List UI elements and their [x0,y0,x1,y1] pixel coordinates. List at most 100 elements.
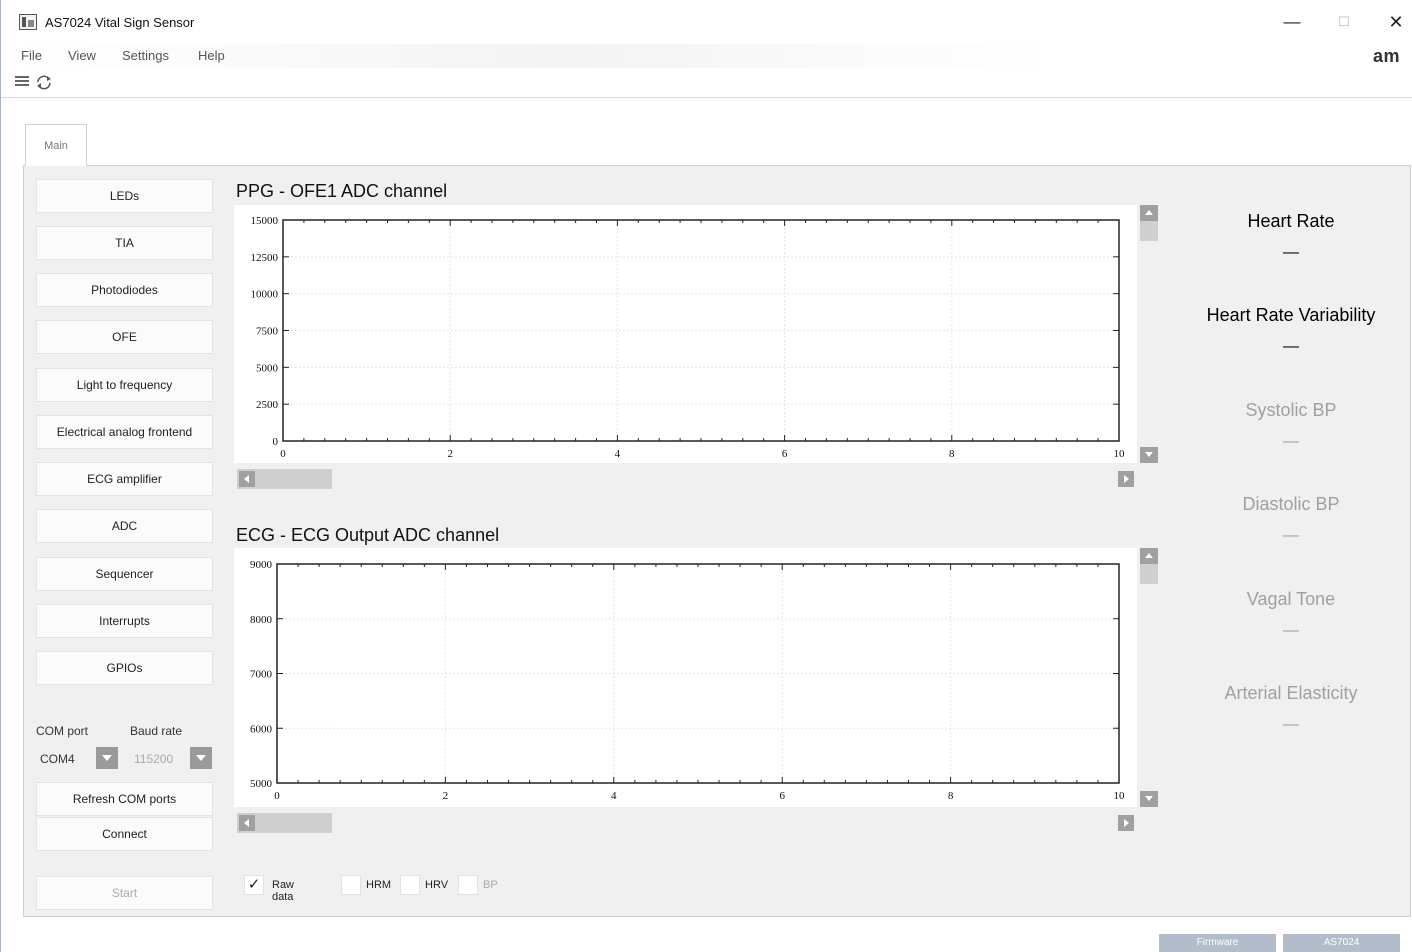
ppg-chart-area: 0 2 4 6 8 10 0 2500 5000 7500 10000 12500 15000 [234,205,1137,463]
scroll-right-icon[interactable] [1118,471,1134,487]
ecg-chart-title: ECG - ECG Output ADC channel [236,525,500,545]
gpios-button[interactable]: GPIOs [36,651,213,685]
y-tick-label: 5000 [256,362,279,374]
com-port-label: COM port [36,724,89,738]
interrupts-button[interactable]: Interrupts [36,604,213,638]
refresh-com-ports-button[interactable]: Refresh COM ports [36,782,213,816]
start-button[interactable]: Start [36,876,213,910]
scroll-thumb[interactable] [1140,564,1158,584]
app-icon [19,14,37,30]
y-tick-label: 6000 [250,723,273,735]
chevron-down-icon[interactable] [190,747,212,769]
y-tick-label: 15000 [251,215,279,227]
metric-heart-rate-variability: Heart Rate Variability — [1179,305,1403,356]
menu-settings[interactable]: Settings [122,48,169,63]
metric-value: — [1283,622,1299,639]
chevron-down-icon[interactable] [96,747,118,769]
x-tick-label: 8 [949,448,955,460]
scroll-thumb[interactable] [1140,221,1158,241]
y-tick-label: 7500 [256,326,279,338]
light-to-frequency-button[interactable]: Light to frequency [36,368,213,402]
metric-vagal-tone: Vagal Tone — [1179,589,1403,640]
app-window: AS7024 Vital Sign Sensor — ☐ ✕ File View… [0,0,1412,952]
x-tick-label: 0 [274,790,280,802]
metric-value: — [1283,527,1299,544]
metric-systolic-bp: Systolic BP — [1179,400,1403,451]
x-tick-label: 6 [779,790,785,802]
photodiodes-button[interactable]: Photodiodes [36,273,213,307]
raw-data-label: Raw data [272,879,295,903]
ecg-horizontal-scrollbar[interactable] [237,813,1137,833]
metric-label: Heart Rate Variability [1206,305,1376,325]
ecg-amplifier-button[interactable]: ECG amplifier [36,462,213,496]
y-tick-label: 5000 [250,778,273,790]
maximize-button[interactable]: ☐ [1329,10,1359,34]
x-tick-label: 4 [611,790,617,802]
y-tick-label: 2500 [256,399,279,411]
scroll-up-icon[interactable] [1140,548,1158,564]
metric-arterial-elasticity: Arterial Elasticity — [1179,683,1403,734]
metric-heart-rate: Heart Rate — [1179,211,1403,262]
metric-value: — [1283,716,1299,733]
metric-value: — [1283,338,1299,355]
scroll-down-icon[interactable] [1140,447,1158,463]
hrv-label: HRV [425,879,449,891]
ppg-chart-title: PPG - OFE1 ADC channel [236,181,448,201]
x-tick-label: 10 [1114,790,1126,802]
connect-button[interactable]: Connect [36,817,213,851]
x-tick-label: 2 [447,448,453,460]
metric-label: Diastolic BP [1242,494,1340,514]
adc-button[interactable]: ADC [36,509,213,543]
list-icon[interactable] [13,74,31,92]
firmware-status: Firmware [1159,934,1276,952]
scroll-right-icon[interactable] [1118,815,1134,831]
ppg-chart: 0 2 4 6 8 10 0 2500 5000 7500 10000 12500 15000 [251,215,1126,460]
x-tick-label: 8 [948,790,954,802]
ecg-chart: 0 2 4 6 8 10 5000 6000 7000 8000 9000 [250,559,1126,802]
hrv-checkbox[interactable] [400,875,420,895]
x-tick-label: 0 [280,448,286,460]
metric-value: — [1283,244,1299,261]
baud-rate-value: 115200 [134,752,174,766]
x-tick-label: 4 [615,448,621,460]
menu-bar: File View Settings Help [1,44,1412,68]
y-tick-label: 0 [273,436,279,448]
baud-rate-label: Baud rate [130,724,183,738]
tab-main[interactable]: Main [25,124,87,166]
y-tick-label: 12500 [251,252,279,264]
leds-button[interactable]: LEDs [36,179,213,213]
electrical-analog-frontend-button[interactable]: Electrical analog frontend [36,415,213,449]
ppg-vertical-scrollbar[interactable] [1140,205,1158,463]
metric-label: Systolic BP [1245,400,1337,420]
y-tick-label: 7000 [250,669,273,681]
scroll-up-icon[interactable] [1140,205,1158,221]
hrm-checkbox[interactable] [341,875,361,895]
raw-data-checkbox[interactable]: ✓ [244,875,264,895]
refresh-icon[interactable] [35,74,53,92]
x-tick-label: 10 [1114,448,1126,460]
menu-help[interactable]: Help [198,48,225,63]
scroll-left-icon[interactable] [239,471,255,487]
ecg-vertical-scrollbar[interactable] [1140,548,1158,807]
close-button[interactable]: ✕ [1381,10,1411,34]
ofe-button[interactable]: OFE [36,320,213,354]
brand-logo: am [1373,46,1401,66]
x-tick-label: 6 [782,448,788,460]
menu-file[interactable]: File [21,48,42,63]
sequencer-button[interactable]: Sequencer [36,557,213,591]
ppg-horizontal-scrollbar[interactable] [237,469,1137,489]
tia-button[interactable]: TIA [36,226,213,260]
ecg-chart-area: 0 2 4 6 8 10 5000 6000 7000 8000 9000 [234,548,1137,807]
metric-value: — [1283,433,1299,450]
device-status: AS7024 [1283,934,1400,952]
y-tick-label: 8000 [250,614,273,626]
scroll-left-icon[interactable] [239,815,255,831]
metric-diastolic-bp: Diastolic BP — [1179,494,1403,545]
y-tick-label: 10000 [251,289,279,301]
minimize-button[interactable]: — [1277,10,1307,34]
title-bar: AS7024 Vital Sign Sensor — ☐ ✕ [1,0,1412,44]
metric-label: Heart Rate [1247,211,1335,231]
bp-checkbox[interactable] [458,875,478,895]
scroll-down-icon[interactable] [1140,791,1158,807]
menu-view[interactable]: View [68,48,96,63]
